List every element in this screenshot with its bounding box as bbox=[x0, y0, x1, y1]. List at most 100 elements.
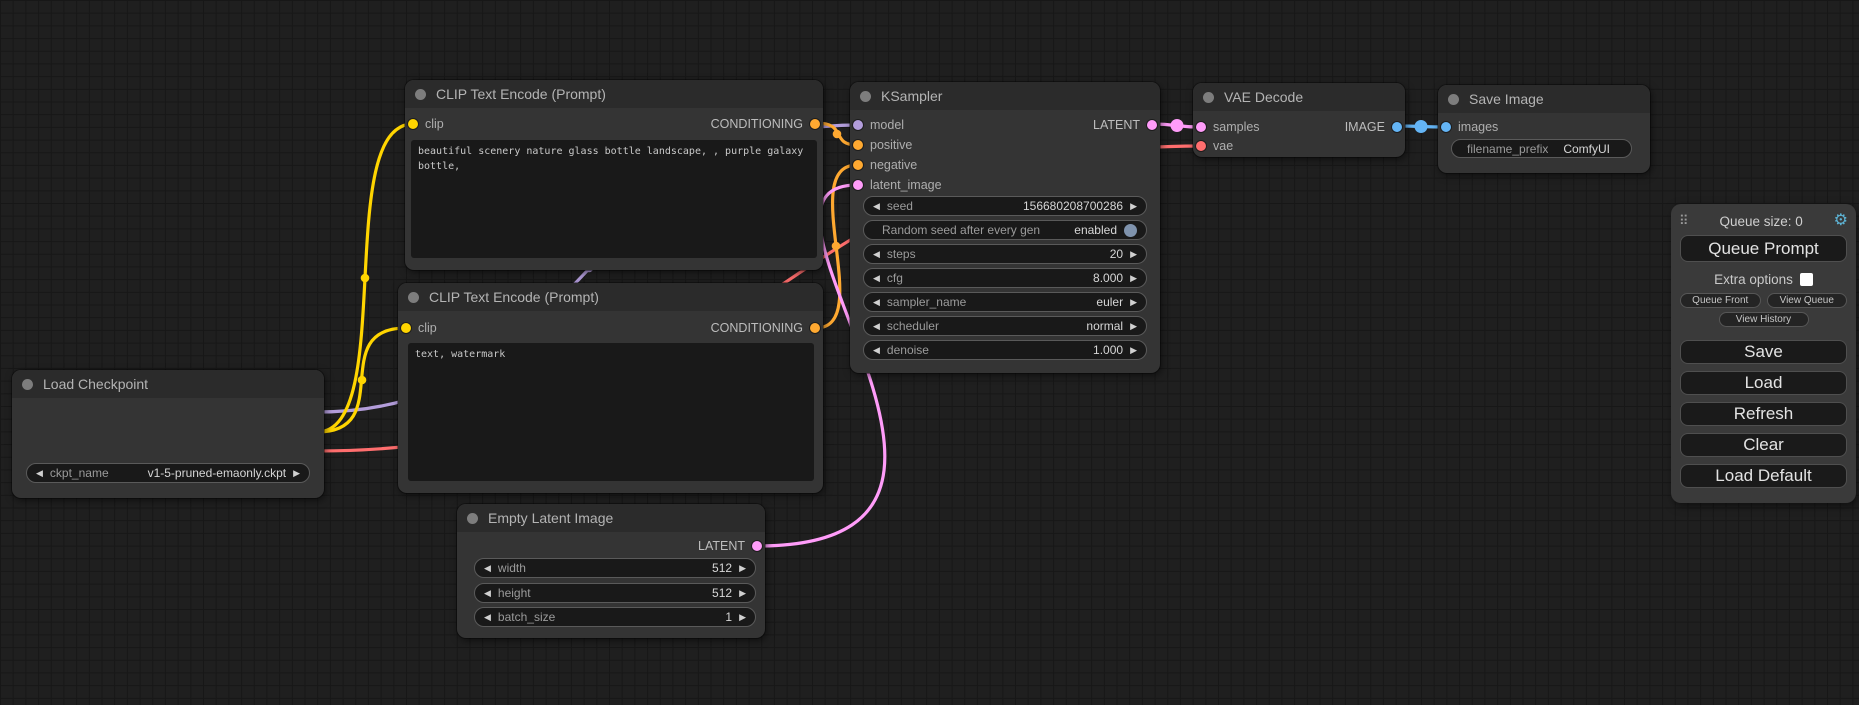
widget-height[interactable]: ◀ height 512 ▶ bbox=[474, 583, 756, 603]
node-load-checkpoint[interactable]: Load Checkpoint MODEL CLIP VAE ◀ ckpt_na… bbox=[12, 370, 324, 498]
latent-port-dot[interactable] bbox=[853, 180, 863, 190]
output-slot-conditioning[interactable]: CONDITIONING bbox=[711, 321, 820, 335]
conditioning-port-dot[interactable] bbox=[853, 140, 863, 150]
decrement-arrow-icon[interactable]: ◀ bbox=[873, 273, 880, 284]
node-title-bar[interactable]: CLIP Text Encode (Prompt) bbox=[398, 283, 823, 311]
increment-arrow-icon[interactable]: ▶ bbox=[739, 563, 746, 574]
output-slot-conditioning[interactable]: CONDITIONING bbox=[711, 117, 820, 131]
prompt-textarea[interactable]: beautiful scenery nature glass bottle la… bbox=[411, 140, 817, 258]
decrement-arrow-icon[interactable]: ◀ bbox=[873, 201, 880, 212]
conditioning-port-dot[interactable] bbox=[810, 323, 820, 333]
decrement-arrow-icon[interactable]: ◀ bbox=[873, 297, 880, 308]
latent-port-dot[interactable] bbox=[752, 541, 762, 551]
node-title-bar[interactable]: Load Checkpoint bbox=[12, 370, 324, 398]
node-save-image[interactable]: Save Image images filename_prefix ComfyU… bbox=[1438, 85, 1650, 173]
collapse-dot[interactable] bbox=[1448, 94, 1459, 105]
decrement-arrow-icon[interactable]: ◀ bbox=[484, 612, 491, 623]
node-title-bar[interactable]: KSampler bbox=[850, 82, 1160, 110]
drag-handle-icon[interactable]: ⠿ bbox=[1679, 213, 1689, 229]
increment-arrow-icon[interactable]: ▶ bbox=[739, 588, 746, 599]
input-slot-latent-image[interactable]: latent_image bbox=[850, 176, 1160, 194]
view-history-button[interactable]: View History bbox=[1719, 312, 1809, 327]
increment-arrow-icon[interactable]: ▶ bbox=[1130, 249, 1137, 260]
queue-front-button[interactable]: Queue Front bbox=[1680, 293, 1761, 308]
widget-steps[interactable]: ◀ steps 20 ▶ bbox=[863, 244, 1147, 264]
widget-denoise[interactable]: ◀ denoise 1.000 ▶ bbox=[863, 340, 1147, 360]
input-slot-clip[interactable]: clip bbox=[408, 117, 444, 131]
model-port-dot[interactable] bbox=[853, 120, 863, 130]
widget-filename-prefix[interactable]: filename_prefix ComfyUI bbox=[1451, 139, 1632, 158]
conditioning-port-dot[interactable] bbox=[810, 119, 820, 129]
node-ksampler[interactable]: KSampler model LATENT positive negative … bbox=[850, 82, 1160, 373]
widget-scheduler[interactable]: ◀ scheduler normal ▶ bbox=[863, 316, 1147, 336]
clip-port-dot[interactable] bbox=[408, 119, 418, 129]
decrement-arrow-icon[interactable]: ◀ bbox=[873, 249, 880, 260]
node-title-bar[interactable]: CLIP Text Encode (Prompt) bbox=[405, 80, 823, 108]
increment-arrow-icon[interactable]: ▶ bbox=[1130, 201, 1137, 212]
widget-random-seed[interactable]: Random seed after every gen enabled bbox=[863, 220, 1147, 240]
view-queue-button[interactable]: View Queue bbox=[1767, 293, 1848, 308]
latent-port-dot[interactable] bbox=[1196, 122, 1206, 132]
decrement-arrow-icon[interactable]: ◀ bbox=[484, 563, 491, 574]
decrement-arrow-icon[interactable]: ◀ bbox=[873, 345, 880, 356]
widget-sampler-name[interactable]: ◀ sampler_name euler ▶ bbox=[863, 292, 1147, 312]
clear-button[interactable]: Clear bbox=[1680, 433, 1847, 457]
output-slot-image[interactable]: IMAGE bbox=[1345, 120, 1402, 134]
widget-batch-size[interactable]: ◀ batch_size 1 ▶ bbox=[474, 607, 756, 627]
input-slot-negative[interactable]: negative bbox=[850, 156, 1160, 174]
input-slot-positive[interactable]: positive bbox=[850, 136, 1160, 154]
node-title-bar[interactable]: Empty Latent Image bbox=[457, 504, 765, 532]
node-graph-canvas[interactable]: Load Checkpoint MODEL CLIP VAE ◀ ckpt_na… bbox=[0, 0, 1859, 705]
queue-prompt-button[interactable]: Queue Prompt bbox=[1680, 235, 1847, 262]
conditioning-port-dot[interactable] bbox=[853, 160, 863, 170]
clip-port-dot[interactable] bbox=[401, 323, 411, 333]
increment-arrow-icon[interactable]: ▶ bbox=[1130, 321, 1137, 332]
node-empty-latent-image[interactable]: Empty Latent Image LATENT ◀ width 512 ▶ … bbox=[457, 504, 765, 638]
increment-arrow-icon[interactable]: ▶ bbox=[1130, 297, 1137, 308]
widget-cfg[interactable]: ◀ cfg 8.000 ▶ bbox=[863, 268, 1147, 288]
input-slot-samples[interactable]: samples bbox=[1196, 120, 1260, 134]
increment-arrow-icon[interactable]: ▶ bbox=[739, 612, 746, 623]
collapse-dot[interactable] bbox=[467, 513, 478, 524]
input-slot-vae[interactable]: vae bbox=[1193, 137, 1405, 155]
load-default-button[interactable]: Load Default bbox=[1680, 464, 1847, 488]
collapse-dot[interactable] bbox=[1203, 92, 1214, 103]
input-slot-clip[interactable]: clip bbox=[401, 321, 437, 335]
widget-seed[interactable]: ◀ seed 156680208700286 ▶ bbox=[863, 196, 1147, 216]
refresh-button[interactable]: Refresh bbox=[1680, 402, 1847, 426]
node-clip-text-encode-negative[interactable]: CLIP Text Encode (Prompt) clip CONDITION… bbox=[398, 283, 823, 493]
random-seed-toggle[interactable] bbox=[1124, 224, 1137, 237]
output-slot-latent[interactable]: LATENT bbox=[457, 537, 765, 555]
load-button[interactable]: Load bbox=[1680, 371, 1847, 395]
collapse-dot[interactable] bbox=[415, 89, 426, 100]
decrement-arrow-icon[interactable]: ◀ bbox=[36, 468, 43, 479]
image-port-dot[interactable] bbox=[1392, 122, 1402, 132]
input-slot-model[interactable]: model bbox=[853, 118, 904, 132]
collapse-dot[interactable] bbox=[408, 292, 419, 303]
widget-ckpt-name[interactable]: ◀ ckpt_name v1-5-pruned-emaonly.ckpt ▶ bbox=[26, 463, 310, 483]
node-vae-decode[interactable]: VAE Decode samples IMAGE vae bbox=[1193, 83, 1405, 157]
node-clip-text-encode-positive[interactable]: CLIP Text Encode (Prompt) clip CONDITION… bbox=[405, 80, 823, 270]
latent-port-dot[interactable] bbox=[1147, 120, 1157, 130]
settings-gear-icon[interactable]: ⚙ bbox=[1834, 213, 1848, 229]
collapse-dot[interactable] bbox=[860, 91, 871, 102]
increment-arrow-icon[interactable]: ▶ bbox=[293, 468, 300, 479]
decrement-arrow-icon[interactable]: ◀ bbox=[873, 321, 880, 332]
widget-label: denoise bbox=[887, 343, 929, 357]
widget-value: ComfyUI bbox=[1563, 142, 1610, 156]
input-slot-images[interactable]: images bbox=[1438, 118, 1650, 136]
save-button[interactable]: Save bbox=[1680, 340, 1847, 364]
widget-label: scheduler bbox=[887, 319, 939, 333]
prompt-textarea[interactable]: text, watermark bbox=[408, 343, 814, 481]
node-title-bar[interactable]: Save Image bbox=[1438, 85, 1650, 113]
widget-width[interactable]: ◀ width 512 ▶ bbox=[474, 558, 756, 578]
increment-arrow-icon[interactable]: ▶ bbox=[1130, 273, 1137, 284]
increment-arrow-icon[interactable]: ▶ bbox=[1130, 345, 1137, 356]
decrement-arrow-icon[interactable]: ◀ bbox=[484, 588, 491, 599]
collapse-dot[interactable] bbox=[22, 379, 33, 390]
vae-port-dot[interactable] bbox=[1196, 141, 1206, 151]
image-port-dot[interactable] bbox=[1441, 122, 1451, 132]
output-slot-latent[interactable]: LATENT bbox=[1093, 118, 1157, 132]
node-title-bar[interactable]: VAE Decode bbox=[1193, 83, 1405, 111]
extra-options-checkbox[interactable] bbox=[1800, 273, 1813, 286]
